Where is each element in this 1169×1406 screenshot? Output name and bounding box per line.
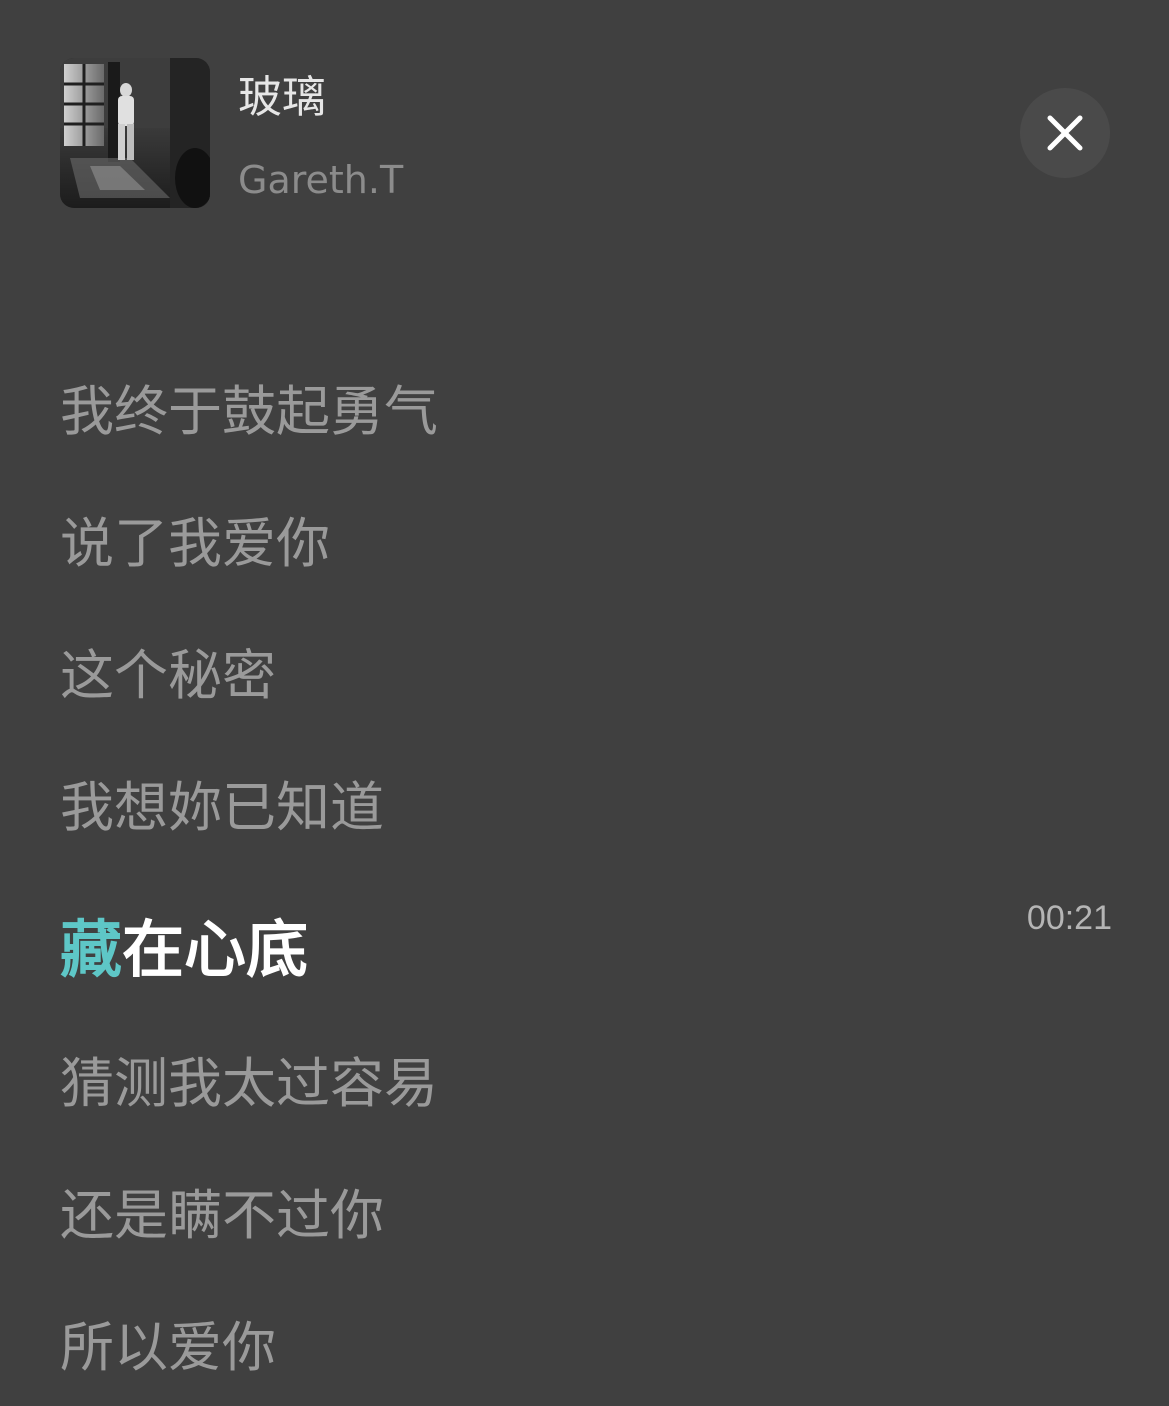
lyric-timestamp: 00:21 (1026, 899, 1112, 937)
lyric-line-faded (60, 282, 780, 322)
lyric-sung-portion: 藏 (60, 913, 123, 986)
lyric-line-current[interactable]: 藏在心底 (60, 912, 308, 988)
lyric-line[interactable]: 我想妳已知道 (60, 772, 384, 844)
lyric-unsung-portion: 在心底 (122, 913, 309, 986)
lyric-line[interactable]: 猜测我太过容易 (60, 1048, 438, 1120)
lyric-line[interactable]: 所以爱你 (60, 1312, 276, 1384)
lyric-line[interactable]: 说了我爱你 (60, 508, 330, 580)
lyrics-panel[interactable]: 我终于鼓起勇气 说了我爱你 这个秘密 我想妳已知道 藏在心底 00:21 猜测我… (0, 0, 1169, 1406)
lyric-line[interactable]: 还是瞒不过你 (60, 1180, 384, 1252)
lyric-line[interactable]: 这个秘密 (60, 640, 276, 712)
lyrics-screen: 玻璃 Gareth.T 我终于鼓起勇气 说了我爱你 这个秘密 我想妳已知道 藏在… (0, 0, 1169, 1406)
lyric-line[interactable]: 我终于鼓起勇气 (60, 376, 438, 448)
